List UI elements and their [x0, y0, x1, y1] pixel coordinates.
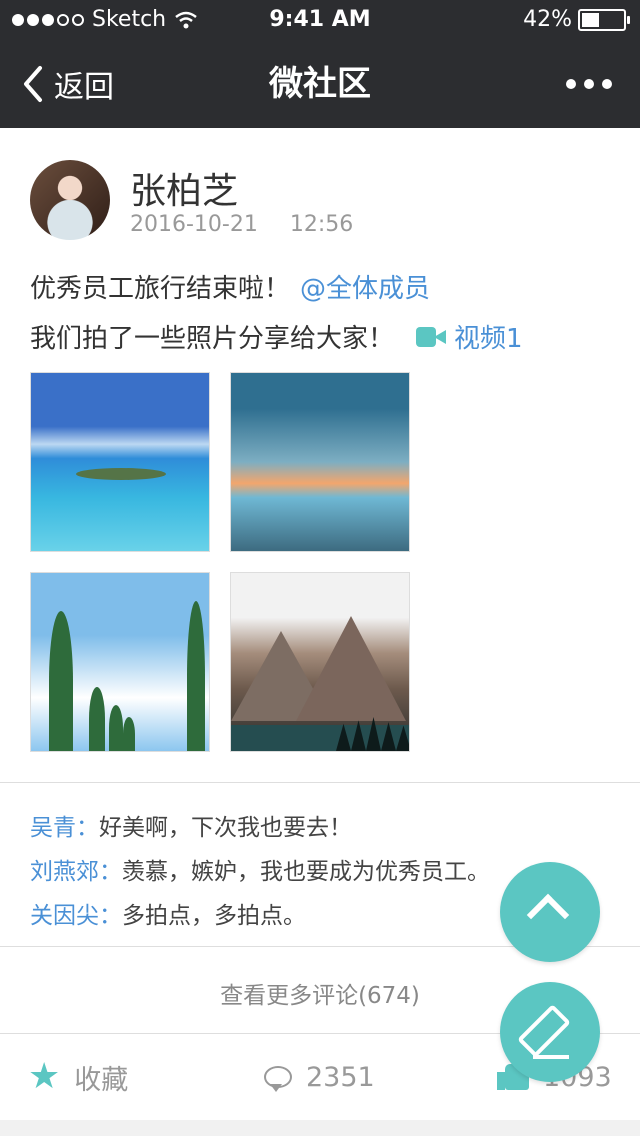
photo-4[interactable]: [230, 572, 410, 752]
battery-fill: [582, 13, 599, 27]
scroll-to-top-button[interactable]: [500, 862, 600, 962]
commenter-name[interactable]: 刘燕郊：: [30, 859, 122, 885]
battery-status: 42%: [523, 0, 630, 40]
comment-icon: [264, 1066, 292, 1092]
edit-icon: [517, 1004, 571, 1058]
video-label: 视频1: [454, 324, 523, 354]
bottom-strip: [0, 1120, 640, 1136]
post-text-2: 我们拍了一些照片分享给大家！: [30, 324, 395, 354]
mention-link[interactable]: @全体成员: [300, 274, 430, 304]
post-date: 2016-10-21: [130, 212, 258, 237]
navigation-bar: 返回 微社区: [0, 40, 640, 128]
avatar[interactable]: [30, 160, 110, 240]
post-text-line-2: 我们拍了一些照片分享给大家！ 视频1: [30, 318, 523, 355]
more-button[interactable]: [566, 40, 612, 128]
post-text-1: 优秀员工旅行结束啦！: [30, 274, 291, 304]
comment-item: 吴青：好美啊，下次我也要去！: [30, 808, 352, 842]
video-link[interactable]: 视频1: [416, 318, 523, 355]
compose-button[interactable]: [500, 982, 600, 1082]
comment-text: 多拍点，多拍点。: [122, 903, 306, 929]
battery-percent: 42%: [523, 7, 572, 32]
comment-text: 羡慕，嫉妒，我也要成为优秀员工。: [122, 859, 490, 885]
comment-item: 关因尖：多拍点，多拍点。: [30, 896, 306, 930]
more-icon: [566, 79, 576, 89]
author-name[interactable]: 张柏芝: [130, 162, 238, 214]
divider-top: [0, 782, 640, 783]
photo-1[interactable]: [30, 372, 210, 552]
up-arrow-icon: [526, 893, 570, 937]
comment-item: 刘燕郊：羡慕，嫉妒，我也要成为优秀员工。: [30, 852, 490, 886]
photo-2[interactable]: [230, 372, 410, 552]
post-datetime: 2016-10-21 12:56: [130, 212, 353, 237]
post-text-line-1: 优秀员工旅行结束啦！ @全体成员: [30, 268, 430, 305]
commenter-name[interactable]: 吴青：: [30, 815, 99, 841]
commenter-name[interactable]: 关因尖：: [30, 903, 122, 929]
favorite-label: 收藏: [74, 1064, 129, 1096]
island-shape: [76, 468, 166, 480]
page-title: 微社区: [269, 64, 371, 104]
photo-3[interactable]: [30, 572, 210, 752]
top-bar: Sketch 9:41 AM 42% 返回 微社区: [0, 0, 640, 128]
star-icon: ★: [28, 1056, 61, 1097]
comment-count: 2351: [306, 1061, 375, 1093]
comment-text: 好美啊，下次我也要去！: [99, 815, 352, 841]
video-icon: [416, 326, 447, 347]
favorite-button[interactable]: ★ 收藏: [28, 1034, 128, 1120]
post-time: 12:56: [289, 212, 354, 237]
status-bar: Sketch 9:41 AM 42%: [0, 0, 640, 40]
battery-icon: [578, 9, 630, 31]
edit-base-line: [533, 1055, 569, 1059]
comment-button[interactable]: 2351: [264, 1034, 375, 1120]
